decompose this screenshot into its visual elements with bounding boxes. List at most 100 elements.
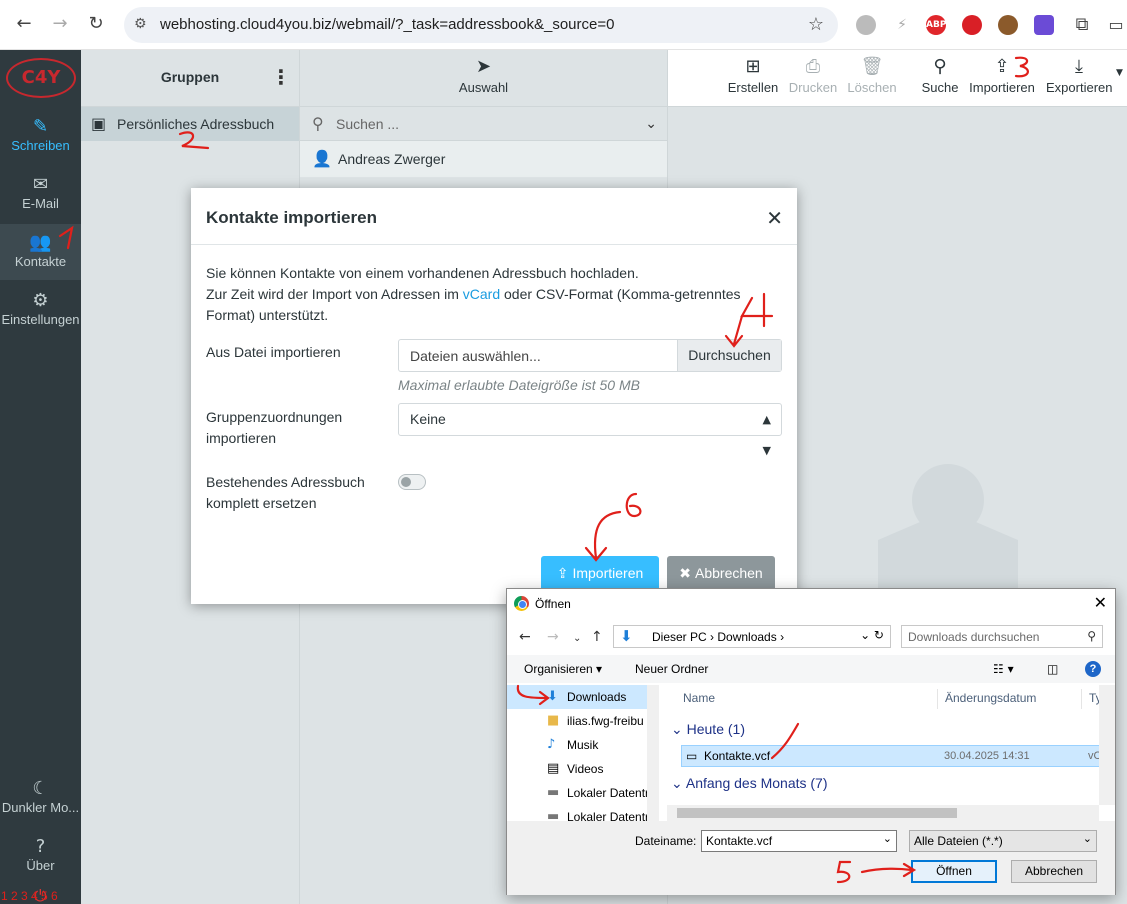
tree-item-drive[interactable]: ▬ Lokaler Datentr bbox=[507, 805, 659, 821]
file-row-selected[interactable]: ▭ Kontakte.vcf 30.04.2025 14:31 vC bbox=[681, 745, 1099, 767]
site-settings-icon[interactable]: ⚙ bbox=[134, 16, 147, 32]
sidebar-item-contacts[interactable]: 👥 Kontakte bbox=[0, 224, 81, 280]
cursor-icon: ➤ bbox=[475, 56, 492, 77]
forward-arrow-icon[interactable]: → bbox=[547, 629, 559, 645]
path-segment[interactable]: Downloads bbox=[717, 630, 776, 644]
print-button[interactable]: ⎙ Drucken bbox=[786, 50, 840, 95]
import-label: Importieren bbox=[969, 80, 1035, 95]
sidebar-item-settings[interactable]: ⚙ Einstellungen bbox=[0, 282, 81, 338]
dialog-intro: Sie können Kontakte von einem vorhandene… bbox=[206, 263, 766, 326]
toggle-knob bbox=[401, 477, 411, 487]
lightning-extension-icon[interactable]: ⚡ bbox=[892, 15, 912, 35]
back-arrow-icon[interactable]: ← bbox=[519, 629, 531, 645]
path-bar[interactable]: ⬇ Dieser PC › Downloads › ⌄ ↻ bbox=[613, 625, 891, 648]
contacts-search[interactable]: ⚲ Suchen ... ⌄ bbox=[300, 107, 667, 141]
cookie-extension-icon[interactable] bbox=[998, 15, 1018, 35]
create-button[interactable]: ⊞ Erstellen bbox=[726, 50, 780, 95]
path-dropdown-icon[interactable]: ⌄ ↻ bbox=[860, 628, 884, 642]
column-date[interactable]: Änderungsdatum bbox=[945, 685, 1036, 711]
file-label: Aus Datei importieren bbox=[206, 344, 341, 360]
colorful-extension-icon[interactable] bbox=[1034, 15, 1054, 35]
sidebar-item-compose[interactable]: ✎ Schreiben bbox=[0, 108, 81, 164]
group-header-today[interactable]: ⌄ Heute (1) bbox=[671, 717, 745, 741]
trash-icon: 🗑 bbox=[860, 56, 884, 77]
sidebar-item-dark-mode[interactable]: ☾ Dunkler Mo... bbox=[0, 770, 81, 826]
tree-item-label: Downloads bbox=[567, 690, 627, 704]
list-vertical-scrollbar[interactable] bbox=[1099, 685, 1115, 805]
recent-locations-icon[interactable]: ⌄ bbox=[573, 633, 581, 644]
groups-import-select[interactable]: Keine ▲ ▼ bbox=[398, 403, 782, 457]
group-header-month[interactable]: ⌄ Anfang des Monats (7) bbox=[671, 771, 828, 795]
export-button[interactable]: ⤓ Exportieren bbox=[1046, 50, 1112, 95]
extension-icon[interactable] bbox=[856, 15, 876, 35]
vcard-link[interactable]: vCard bbox=[463, 286, 500, 302]
kebab-menu-icon[interactable]: ⋮ bbox=[271, 50, 291, 104]
group-item-label: Persönliches Adressbuch bbox=[117, 116, 275, 132]
column-name[interactable]: Name bbox=[683, 685, 715, 711]
up-arrow-icon[interactable]: ↑ bbox=[591, 629, 603, 645]
tree-item-videos[interactable]: ▤ Videos bbox=[507, 757, 659, 781]
view-options-icon[interactable]: ☷ ▾ bbox=[993, 662, 1014, 676]
tree-item-downloads[interactable]: ⬇ Downloads bbox=[507, 685, 659, 709]
help-icon[interactable]: ? bbox=[1085, 661, 1101, 677]
column-type[interactable]: Ty bbox=[1089, 685, 1099, 711]
filename-label: Dateiname: bbox=[635, 834, 697, 848]
list-horizontal-scrollbar[interactable] bbox=[667, 805, 1099, 821]
browse-button[interactable]: Durchsuchen bbox=[677, 340, 781, 371]
delete-button[interactable]: 🗑 Löschen bbox=[844, 50, 900, 95]
sidebar-item-mail[interactable]: ✉ E-Mail bbox=[0, 166, 81, 222]
file-picker[interactable]: Dateien auswählen... Durchsuchen bbox=[398, 339, 782, 372]
tree-item-music[interactable]: ♪ Musik bbox=[507, 733, 659, 757]
close-icon[interactable]: ✕ bbox=[766, 206, 783, 230]
import-submit-button[interactable]: ⇪ Importieren bbox=[541, 556, 659, 591]
groups-title: Gruppen bbox=[160, 69, 220, 85]
file-cancel-button[interactable]: Abbrechen bbox=[1011, 860, 1097, 883]
import-button[interactable]: ⇪ Importieren bbox=[968, 50, 1036, 95]
adblock-extension-icon[interactable]: ABP bbox=[926, 15, 946, 35]
scroll-thumb[interactable] bbox=[677, 808, 957, 818]
chevron-down-icon[interactable]: ⌄ bbox=[883, 832, 892, 845]
filetype-select[interactable]: Alle Dateien (*.*) ⌄ bbox=[909, 830, 1097, 852]
select-button[interactable]: ➤ Auswahl bbox=[300, 50, 667, 107]
replace-toggle[interactable] bbox=[398, 474, 426, 490]
new-folder-button[interactable]: Neuer Ordner bbox=[635, 662, 708, 676]
group-item-personal[interactable]: ▣ Persönliches Adressbuch bbox=[81, 107, 299, 141]
contact-item[interactable]: 👤 Andreas Zwerger bbox=[300, 141, 667, 177]
tree-item-drive[interactable]: ▬ Lokaler Datentr bbox=[507, 781, 659, 805]
stop-hand-extension-icon[interactable] bbox=[962, 15, 982, 35]
tree-scrollbar[interactable] bbox=[647, 685, 659, 821]
bookmark-star-icon[interactable]: ☆ bbox=[808, 14, 824, 35]
reload-icon[interactable]: ↻ bbox=[84, 12, 108, 36]
users-icon: 👥 bbox=[29, 232, 52, 253]
browser-toolbar: ← → ↻ ⚙ webhosting.cloud4you.biz/webmail… bbox=[0, 0, 1127, 50]
import-cancel-button[interactable]: ✖ Abbrechen bbox=[667, 556, 775, 591]
dialog-title: Kontakte importieren bbox=[206, 208, 377, 227]
sidebar-item-about[interactable]: ? Über bbox=[0, 828, 81, 884]
power-icon[interactable]: ⏻ bbox=[34, 886, 47, 904]
folder-search-input[interactable]: Downloads durchsuchen ⚲ bbox=[901, 625, 1103, 648]
tree-item-label: ilias.fwg-freibu bbox=[567, 714, 644, 728]
sidebar-item-label: Einstellungen bbox=[1, 312, 80, 327]
search-button[interactable]: ⚲ Suche bbox=[918, 50, 962, 95]
addressbook-icon: ▣ bbox=[91, 114, 107, 133]
app-logo[interactable]: C4Y bbox=[6, 58, 76, 98]
close-icon[interactable]: ✕ bbox=[1094, 593, 1107, 612]
menu-icon[interactable]: ▭ bbox=[1104, 13, 1127, 37]
tree-item-folder[interactable]: ■ ilias.fwg-freibu bbox=[507, 709, 659, 733]
organize-menu[interactable]: Organisieren ▾ bbox=[524, 662, 602, 676]
file-dialog-title: Öffnen bbox=[535, 597, 571, 611]
path-segment[interactable]: Dieser PC bbox=[652, 630, 707, 644]
puzzle-extensions-icon[interactable]: ⧉ bbox=[1070, 13, 1094, 37]
chevron-down-icon[interactable]: ⌄ bbox=[645, 107, 657, 141]
column-divider bbox=[1081, 689, 1082, 709]
file-name: Kontakte.vcf bbox=[704, 749, 771, 763]
forward-arrow-icon[interactable]: → bbox=[48, 12, 72, 36]
open-button[interactable]: Öffnen bbox=[911, 860, 997, 883]
download-arrow-icon: ⬇ bbox=[547, 689, 558, 704]
filename-input[interactable]: Kontakte.vcf ⌄ bbox=[701, 830, 897, 852]
moon-icon: ☾ bbox=[32, 778, 49, 799]
back-arrow-icon[interactable]: ← bbox=[12, 12, 36, 36]
address-bar[interactable]: ⚙ webhosting.cloud4you.biz/webmail/?_tas… bbox=[124, 7, 838, 43]
export-dropdown-icon[interactable]: ▼ bbox=[1116, 68, 1123, 78]
preview-pane-icon[interactable]: ◫ bbox=[1047, 662, 1058, 676]
